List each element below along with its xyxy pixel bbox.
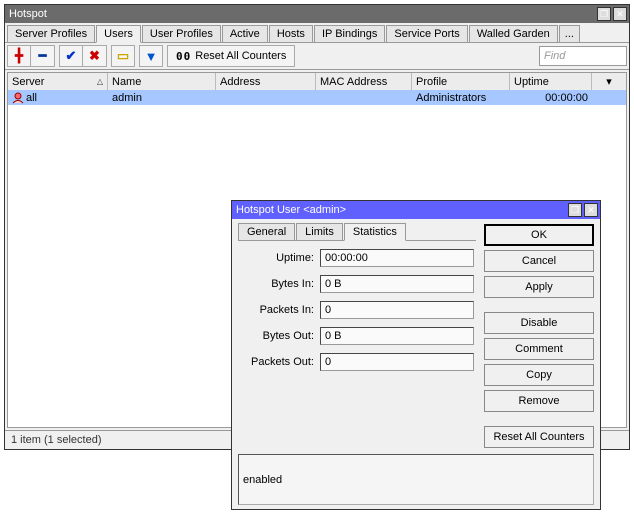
main-titlebar[interactable]: Hotspot ❐ ✕ — [5, 5, 629, 23]
tab-statistics[interactable]: Statistics — [344, 223, 406, 241]
sub-close-button[interactable]: ✕ — [584, 203, 598, 217]
cancel-button[interactable]: Cancel — [484, 250, 594, 272]
main-toolbar: ╋ ━ ✔ ✖ ▭ ▼ 00 Reset All Counters Find — [5, 43, 629, 70]
comment-button[interactable]: ▭ — [111, 45, 135, 67]
sub-restore-button[interactable]: ❐ — [568, 203, 582, 217]
funnel-icon: ▼ — [145, 49, 158, 64]
grid-header: Server△ Name Address MAC Address Profile… — [8, 73, 626, 90]
tab-limits[interactable]: Limits — [296, 223, 343, 240]
main-restore-button[interactable]: ❐ — [597, 7, 611, 21]
packets-out-field[interactable]: 0 — [320, 353, 474, 371]
cell-mac — [316, 90, 412, 105]
x-icon: ✖ — [89, 48, 100, 64]
tab-user-profiles[interactable]: User Profiles — [142, 25, 221, 42]
sub-body: General Limits Statistics Uptime: 00:00:… — [232, 219, 600, 509]
disable-button[interactable]: Disable — [484, 312, 594, 334]
user-icon — [12, 92, 24, 104]
bytes-in-label: Bytes In: — [240, 278, 320, 290]
packets-in-label: Packets In: — [240, 304, 320, 316]
cell-name: admin — [108, 90, 216, 105]
apply-button[interactable]: Apply — [484, 276, 594, 298]
tab-active[interactable]: Active — [222, 25, 268, 42]
counter-icon: 00 — [176, 50, 191, 63]
minus-icon: ━ — [39, 48, 47, 64]
main-window-title: Hotspot — [9, 8, 595, 20]
tab-users[interactable]: Users — [96, 25, 141, 43]
reset-counters-button[interactable]: 00 Reset All Counters — [167, 45, 295, 67]
tab-general[interactable]: General — [238, 223, 295, 240]
comment-button-sub[interactable]: Comment — [484, 338, 594, 360]
check-icon: ✔ — [66, 48, 77, 64]
sub-titlebar[interactable]: Hotspot User <admin> ❐ ✕ — [232, 201, 600, 219]
bytes-out-field[interactable]: 0 B — [320, 327, 474, 345]
cell-address — [216, 90, 316, 105]
table-row[interactable]: all admin Administrators 00:00:00 — [8, 90, 626, 105]
tab-ip-bindings[interactable]: IP Bindings — [314, 25, 385, 42]
uptime-label: Uptime: — [240, 252, 320, 264]
packets-out-label: Packets Out: — [240, 356, 320, 368]
sub-window-title: Hotspot User <admin> — [236, 204, 566, 216]
col-uptime[interactable]: Uptime — [510, 73, 592, 90]
copy-button[interactable]: Copy — [484, 364, 594, 386]
remove-button-sub[interactable]: Remove — [484, 390, 594, 412]
cell-profile: Administrators — [412, 90, 510, 105]
button-column: OK Cancel Apply Disable Comment Copy Rem… — [484, 223, 594, 448]
ok-button[interactable]: OK — [484, 224, 594, 246]
disable-button[interactable]: ✖ — [83, 45, 107, 67]
tab-hosts[interactable]: Hosts — [269, 25, 313, 42]
uptime-field[interactable]: 00:00:00 — [320, 249, 474, 267]
reset-all-counters-button[interactable]: Reset All Counters — [484, 426, 594, 448]
add-button[interactable]: ╋ — [7, 45, 31, 67]
remove-button[interactable]: ━ — [31, 45, 55, 67]
tab-walled-garden[interactable]: Walled Garden — [469, 25, 558, 42]
col-profile[interactable]: Profile — [412, 73, 510, 90]
find-input[interactable]: Find — [539, 46, 627, 66]
left-pane: General Limits Statistics Uptime: 00:00:… — [238, 223, 476, 448]
reset-counters-label: Reset All Counters — [195, 50, 286, 62]
cell-uptime: 00:00:00 — [510, 90, 592, 105]
cell-server: all — [8, 90, 108, 105]
col-server[interactable]: Server△ — [8, 73, 108, 90]
col-address[interactable]: Address — [216, 73, 316, 90]
note-icon: ▭ — [117, 48, 129, 64]
bytes-out-label: Bytes Out: — [240, 330, 320, 342]
find-placeholder: Find — [544, 50, 565, 62]
tab-server-profiles[interactable]: Server Profiles — [7, 25, 95, 42]
filter-button[interactable]: ▼ — [139, 45, 163, 67]
statistics-panel: Uptime: 00:00:00 Bytes In: 0 B Packets I… — [238, 245, 476, 383]
sub-status-bar: enabled — [238, 454, 594, 505]
chevron-down-icon: ▾ — [606, 75, 612, 88]
main-tabs: Server Profiles Users User Profiles Acti… — [5, 23, 629, 43]
sort-indicator-icon: △ — [97, 77, 103, 86]
col-menu-button[interactable]: ▾ — [592, 73, 626, 90]
col-mac[interactable]: MAC Address — [316, 73, 412, 90]
col-name[interactable]: Name — [108, 73, 216, 90]
tab-more[interactable]: ... — [559, 25, 580, 42]
sub-tabs: General Limits Statistics — [238, 223, 476, 241]
enable-button[interactable]: ✔ — [59, 45, 83, 67]
hotspot-user-window: Hotspot User <admin> ❐ ✕ General Limits … — [231, 200, 601, 510]
bytes-in-field[interactable]: 0 B — [320, 275, 474, 293]
tab-service-ports[interactable]: Service Ports — [386, 25, 467, 42]
packets-in-field[interactable]: 0 — [320, 301, 474, 319]
plus-icon: ╋ — [15, 48, 23, 64]
main-close-button[interactable]: ✕ — [613, 7, 627, 21]
